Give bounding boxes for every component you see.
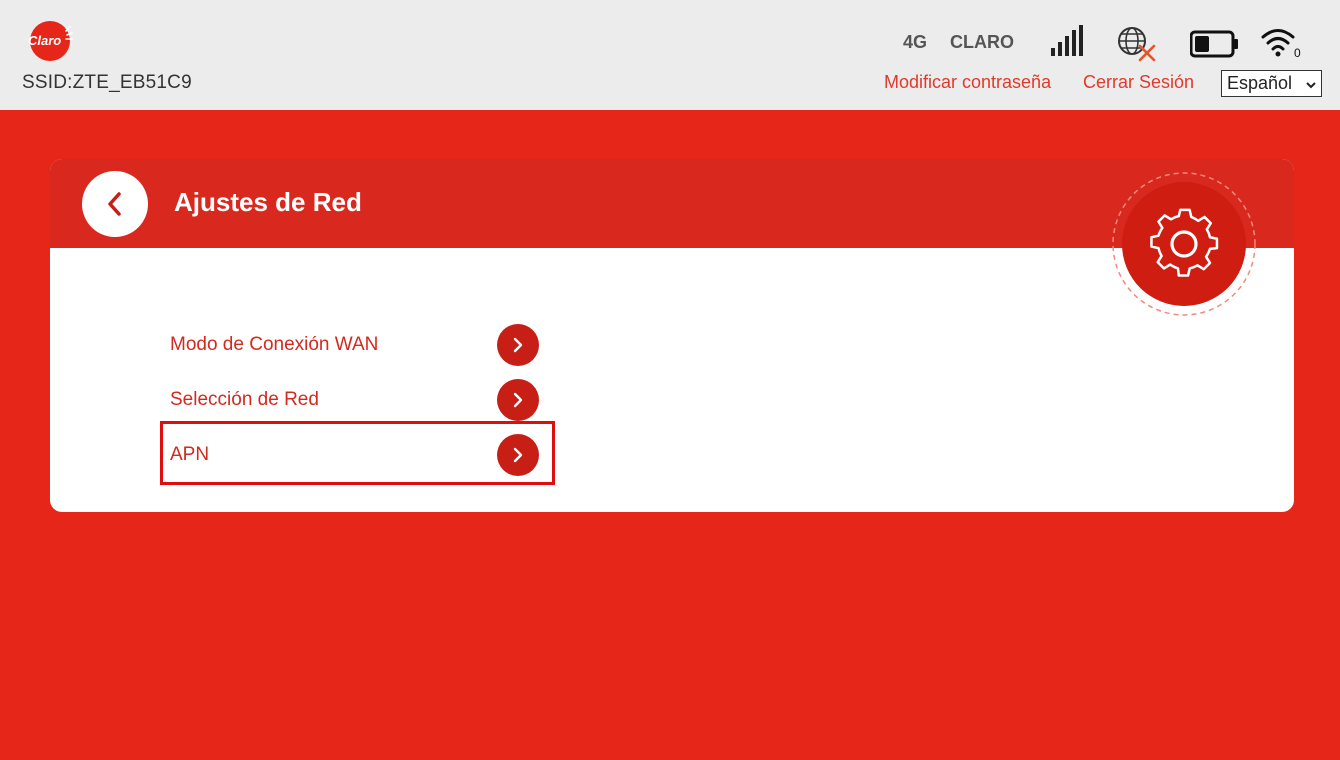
menu-item-network-selection[interactable]: Selección de Red: [170, 378, 540, 422]
signal-bars-icon: [1051, 25, 1083, 56]
chevron-right-icon[interactable]: [497, 324, 539, 366]
ssid-label: SSID:ZTE_EB51C9: [22, 72, 192, 93]
chevron-down-icon: [1306, 82, 1316, 89]
globe-disconnected-icon: [1118, 27, 1156, 62]
claro-logo: Claro: [28, 21, 73, 61]
language-select[interactable]: Español: [1221, 70, 1322, 97]
svg-text:Claro: Claro: [28, 33, 61, 48]
network-type-label: 4G: [903, 31, 928, 52]
chevron-left-icon: [108, 192, 121, 216]
menu-item-label: Selección de Red: [170, 389, 319, 410]
network-settings-card: Ajustes de Red Modo de Conexión WAN Sele…: [50, 159, 1294, 512]
battery-icon: [1190, 30, 1238, 58]
card-header: Ajustes de Red: [50, 159, 1294, 248]
menu-item-label: APN: [170, 444, 210, 465]
menu-item-label: Modo de Conexión WAN: [170, 334, 379, 355]
gear-icon: [1112, 172, 1256, 316]
menu-item-wan-mode[interactable]: Modo de Conexión WAN: [170, 323, 540, 367]
wifi-clients-count: 0: [1294, 46, 1301, 60]
page-title: Ajustes de Red: [174, 187, 362, 217]
logout-link[interactable]: Cerrar Sesión: [1083, 72, 1194, 93]
top-bar: Claro SSID:ZTE_EB51C9 4G CLARO 0 Modific…: [0, 0, 1340, 110]
language-select-value: Español: [1227, 73, 1293, 93]
chevron-right-icon[interactable]: [497, 379, 539, 421]
back-button[interactable]: [82, 171, 148, 237]
wifi-icon: 0: [1261, 29, 1301, 60]
carrier-label: CLARO: [950, 31, 1014, 52]
change-password-link[interactable]: Modificar contraseña: [884, 72, 1051, 93]
menu-item-apn[interactable]: APN: [170, 433, 540, 477]
chevron-right-icon[interactable]: [497, 434, 539, 476]
